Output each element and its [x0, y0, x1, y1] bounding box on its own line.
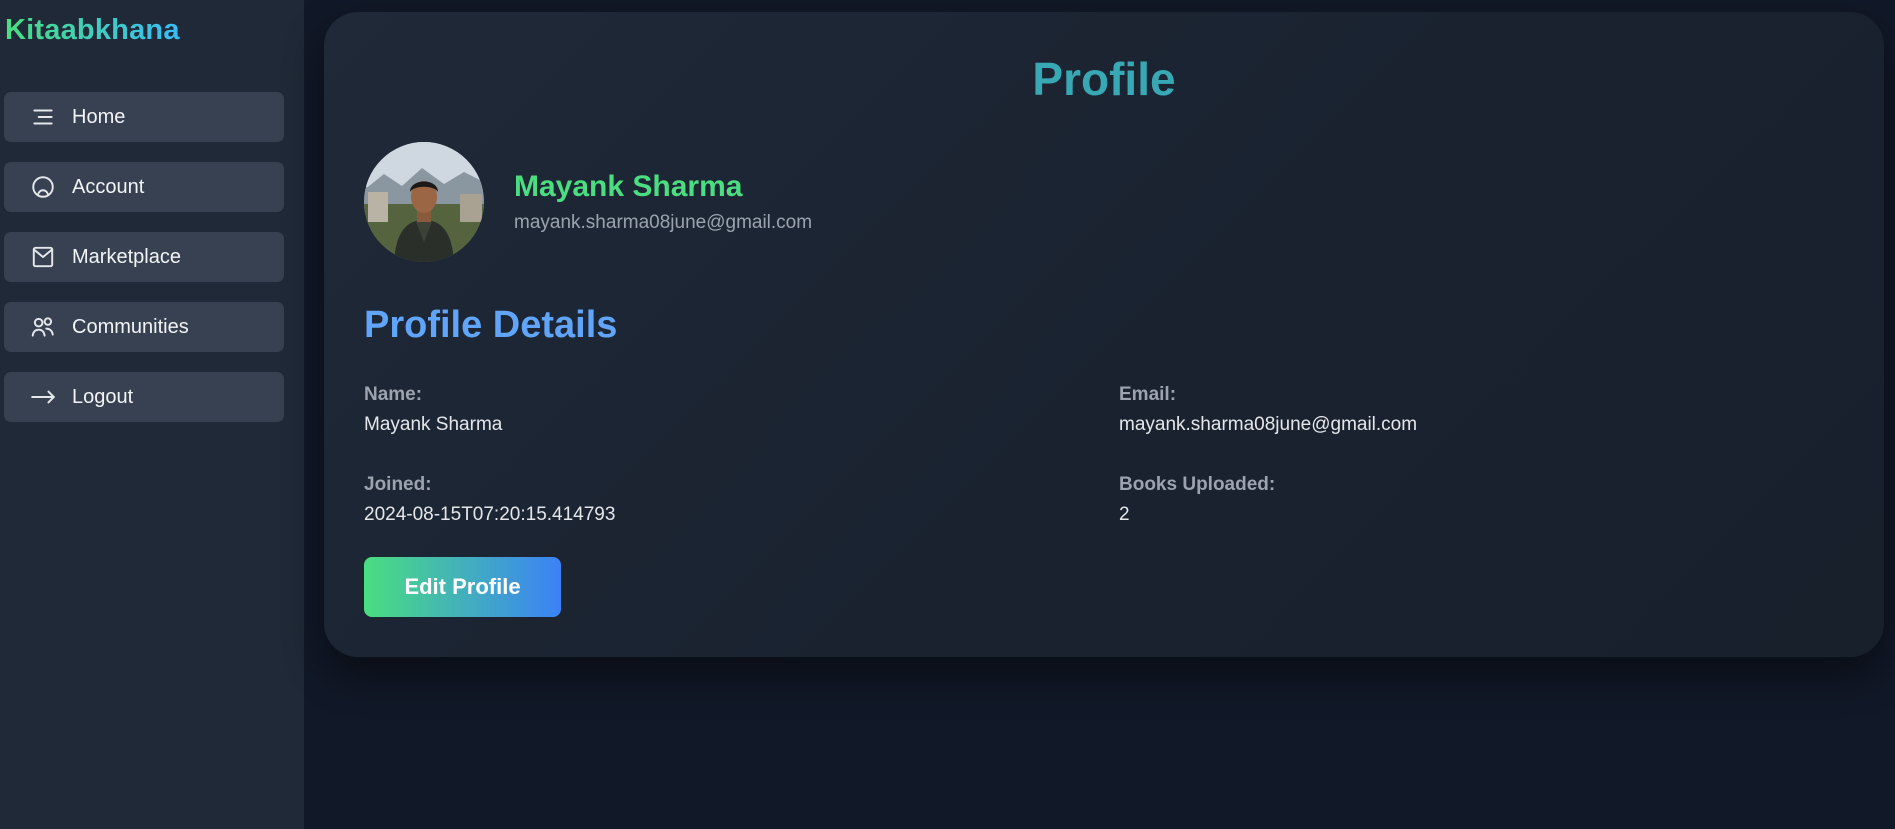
user-name: Mayank Sharma	[514, 170, 743, 203]
sidebar-item-marketplace[interactable]: Marketplace	[4, 232, 284, 282]
page-title: Profile	[1032, 53, 1176, 105]
name-value: Mayank Sharma	[364, 414, 503, 435]
sidebar-item-logout[interactable]: Logout	[4, 372, 284, 422]
books-uploaded-label: Books Uploaded:	[1119, 474, 1276, 495]
sidebar-item-label: Account	[72, 175, 145, 198]
books-uploaded-value: 2	[1119, 504, 1130, 525]
brand-logo[interactable]: Kitaabkhana	[5, 14, 180, 47]
edit-profile-button[interactable]: Edit Profile	[364, 557, 561, 617]
app-root: Kitaabkhana Home Account Marketplace Com…	[0, 0, 1895, 829]
sidebar: Kitaabkhana Home Account Marketplace Com…	[0, 0, 304, 829]
books-uploaded-field: Books Uploaded: 2	[1119, 474, 1275, 526]
name-label: Name:	[364, 384, 423, 405]
users-icon	[28, 312, 58, 342]
email-value: mayank.sharma08june@gmail.com	[1119, 414, 1418, 435]
profile-card: Profile Mayank Sharma mayank.sharma08jun…	[324, 12, 1884, 657]
account-icon	[28, 172, 58, 202]
email-field: Email: mayank.sharma08june@gmail.com	[1119, 384, 1417, 436]
mail-icon	[28, 242, 58, 272]
profile-details-heading: Profile Details	[364, 304, 618, 346]
sidebar-item-label: Logout	[72, 385, 134, 408]
joined-label: Joined:	[364, 474, 432, 495]
menu-icon	[28, 102, 58, 132]
sidebar-item-account[interactable]: Account	[4, 162, 284, 212]
sidebar-item-home[interactable]: Home	[4, 92, 284, 142]
sidebar-item-communities[interactable]: Communities	[4, 302, 284, 352]
email-label: Email:	[1119, 384, 1177, 405]
avatar[interactable]	[364, 142, 484, 262]
sidebar-item-label: Communities	[72, 315, 189, 338]
sidebar-item-label: Home	[72, 105, 126, 128]
user-email: mayank.sharma08june@gmail.com	[514, 212, 813, 233]
sidebar-item-label: Marketplace	[72, 245, 181, 268]
name-field: Name: Mayank Sharma	[364, 384, 502, 436]
sidebar-nav: Home Account Marketplace Communities Log…	[4, 92, 284, 442]
joined-value: 2024-08-15T07:20:15.414793	[364, 504, 616, 525]
arrow-right-icon	[28, 382, 58, 412]
joined-field: Joined: 2024-08-15T07:20:15.414793	[364, 474, 615, 526]
